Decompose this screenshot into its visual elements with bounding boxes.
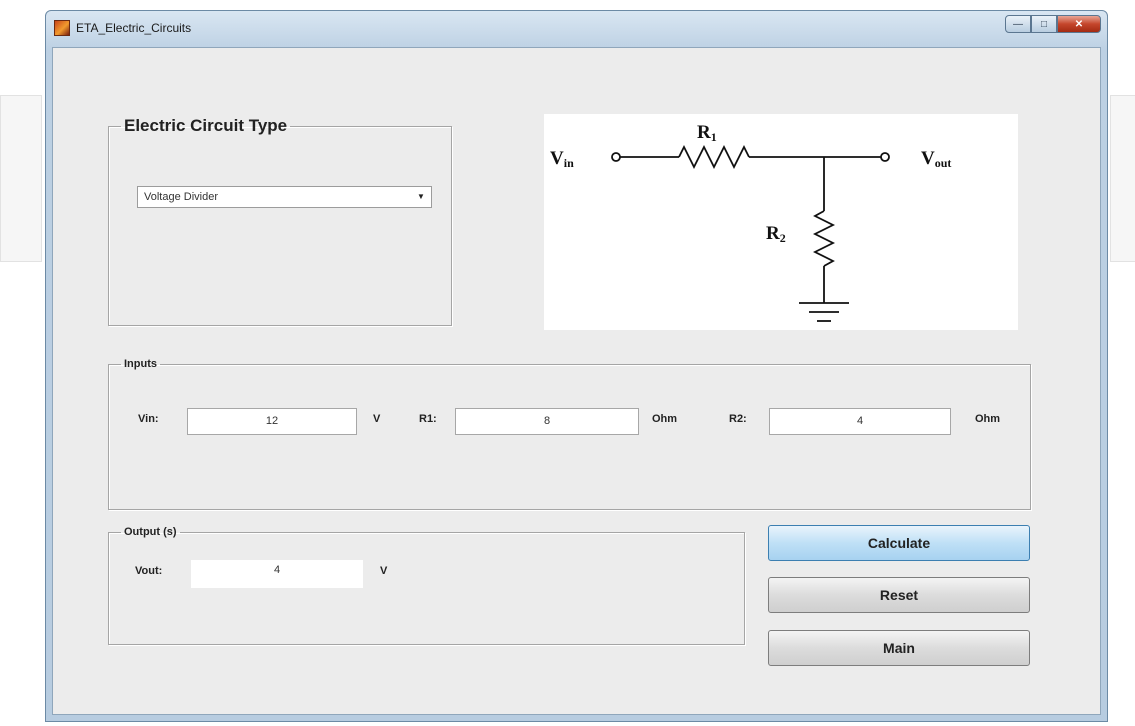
- circuit-type-legend: Electric Circuit Type: [124, 116, 288, 135]
- reset-button[interactable]: Reset: [768, 577, 1030, 613]
- voltage-divider-schematic: Vin Vout R1 R2: [550, 122, 951, 322]
- main-button[interactable]: Main: [768, 630, 1030, 666]
- vin-field-label: Vin:: [138, 413, 159, 425]
- vout-output: 4: [191, 560, 363, 588]
- vin-input[interactable]: 12: [187, 408, 357, 435]
- calculate-button[interactable]: Calculate: [768, 525, 1030, 561]
- background-tab-right: [1110, 95, 1135, 262]
- minimize-icon: —: [1013, 18, 1023, 30]
- vout-label: Vout: [921, 148, 951, 170]
- vin-unit: V: [373, 413, 381, 425]
- close-button[interactable]: ✕: [1057, 15, 1101, 33]
- minimize-button[interactable]: —: [1005, 15, 1031, 33]
- close-icon: ✕: [1074, 18, 1084, 30]
- circuit-type-dropdown[interactable]: Voltage Divider ▼: [137, 186, 432, 208]
- r2-label: R2: [766, 223, 786, 245]
- output-panel: Output (s) Vout: 4 V: [108, 526, 745, 645]
- circuit-type-panel: Electric Circuit Type Voltage Divider ▼: [108, 116, 452, 326]
- vout-field-label: Vout:: [135, 565, 163, 577]
- r1-unit: Ohm: [652, 413, 678, 425]
- maximize-button[interactable]: □: [1031, 15, 1057, 33]
- inputs-panel: Inputs Vin: 12 V R1: 8 Ohm R2: 4 Ohm: [108, 358, 1031, 510]
- app-window: ETA_Electric_Circuits — □ ✕ Electric Cir…: [45, 10, 1108, 722]
- window-controls: — □ ✕: [1005, 15, 1101, 33]
- title-bar[interactable]: ETA_Electric_Circuits — □ ✕: [46, 11, 1107, 47]
- vin-label: Vin: [550, 148, 574, 170]
- ground-icon: [799, 302, 849, 322]
- vin-terminal: [611, 152, 621, 162]
- r1-field-label: R1:: [419, 413, 437, 425]
- matlab-app-icon: [54, 20, 70, 36]
- inputs-legend: Inputs: [124, 358, 157, 370]
- circuit-diagram: Vin Vout R1 R2: [544, 114, 1018, 330]
- r2-resistor: [812, 210, 836, 267]
- window-title: ETA_Electric_Circuits: [76, 21, 192, 35]
- vout-terminal: [880, 152, 890, 162]
- r2-unit: Ohm: [975, 413, 1001, 425]
- r1-label: R1: [697, 122, 717, 144]
- figure-panel: Electric Circuit Type Voltage Divider ▼: [52, 47, 1101, 715]
- r1-resistor: [678, 144, 750, 170]
- background-tab-left: [0, 95, 42, 262]
- vout-unit: V: [380, 565, 388, 577]
- r2-field-label: R2:: [729, 413, 747, 425]
- maximize-icon: □: [1040, 18, 1048, 30]
- output-legend: Output (s): [124, 526, 177, 538]
- r2-input[interactable]: 4: [769, 408, 951, 435]
- dropdown-arrow-icon[interactable]: ▼: [413, 189, 429, 205]
- r1-input[interactable]: 8: [455, 408, 639, 435]
- circuit-type-selected-value: Voltage Divider: [144, 191, 218, 203]
